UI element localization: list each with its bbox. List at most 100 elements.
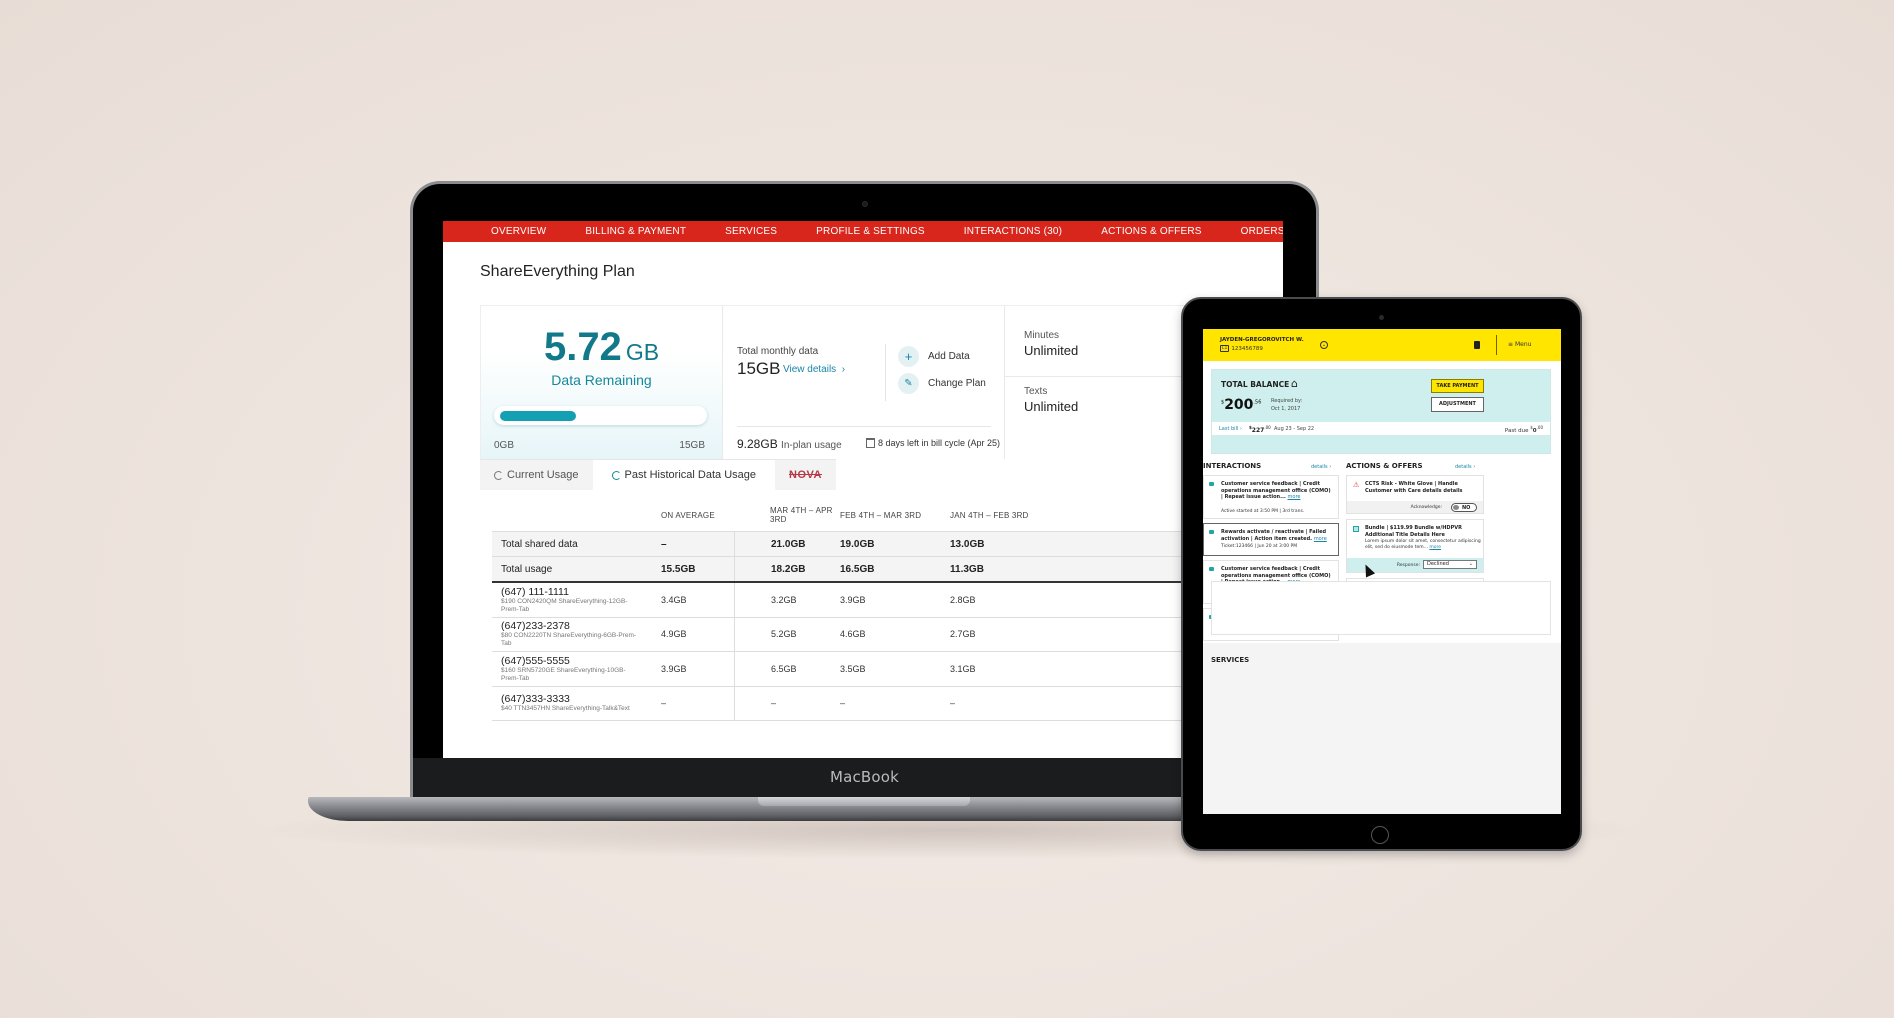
data-remaining-panel: 5.72 GB Data Remaining 0GB 15GB: [480, 306, 723, 460]
nav-interactions[interactable]: INTERACTIONS (30): [964, 226, 1062, 237]
chevron-down-icon[interactable]: ⌄: [1320, 341, 1328, 349]
interaction-card[interactable]: Rewards activate / reactivate | Failed a…: [1203, 523, 1339, 556]
nav-services[interactable]: SERVICES: [725, 226, 777, 237]
tablet-screen: JAYDEN-GREGOROVITCH W. L1 123456789 ⌄ ≡ M…: [1203, 329, 1561, 814]
data-remaining-value: 5.72: [543, 325, 622, 369]
texts-label: Texts: [1024, 386, 1048, 397]
nova-logo: NOVA: [789, 469, 822, 481]
divider: [1496, 335, 1497, 355]
last-bill-amount: $227.00: [1249, 425, 1271, 434]
bill-cycle-info: 8 days left in bill cycle (Apr 25): [866, 438, 1000, 448]
tab-nova[interactable]: NOVA: [775, 460, 836, 490]
plan-code: $190 CON2420QM ShareEverything-12GB-Prem…: [501, 597, 628, 613]
add-data-button[interactable]: + Add Data: [898, 346, 970, 367]
response-select[interactable]: Declined ⌄: [1423, 560, 1477, 569]
last-bill-bar: Last bill › $227.00 Aug 23 - Sep 22 Past…: [1212, 422, 1550, 435]
column-header: ON AVERAGE: [661, 510, 715, 520]
minutes-value: Unlimited: [1024, 343, 1079, 358]
usage-table: ON AVERAGE MAR 4TH – APR 3RD FEB 4TH – M…: [492, 505, 1283, 721]
column-header: JAN 4TH – FEB 3RD: [950, 510, 1029, 520]
bar-min-label: 0GB: [494, 440, 515, 451]
store-icon: [1209, 482, 1214, 486]
acknowledge-toggle[interactable]: NO: [1451, 503, 1477, 512]
monthly-data-value: 15GB: [737, 359, 781, 378]
more-link[interactable]: more: [1429, 545, 1441, 550]
customer-name: JAYDEN-GREGOROVITCH W.: [1220, 337, 1304, 343]
usage-tabs: Current Usage Past Historical Data Usage…: [480, 459, 836, 490]
line-badge: L1: [1220, 345, 1230, 352]
tablet-header: JAYDEN-GREGOROVITCH W. L1 123456789 ⌄ ≡ M…: [1203, 329, 1561, 361]
plus-icon: +: [898, 346, 919, 367]
plan-code: $160 SRN5720GE ShareEverything-10GB-Prem…: [501, 666, 626, 682]
take-payment-button[interactable]: TAKE PAYMENT: [1431, 379, 1484, 393]
action-card: ⚠ CCTS Risk - White Glove | Handle Custo…: [1346, 475, 1484, 514]
usage-progress-fill: [500, 411, 577, 421]
nav-orders[interactable]: ORDERS: [1241, 226, 1283, 237]
laptop-screen: OVERVIEW BILLING & PAYMENT SERVICES PROF…: [443, 221, 1283, 758]
table-row: (647)233-2378 $80 CON2220TN ShareEverythi…: [492, 617, 1283, 652]
actions-details-link[interactable]: details ›: [1455, 464, 1475, 470]
interactions-details-link[interactable]: details ›: [1311, 464, 1331, 470]
tab-current-usage[interactable]: Current Usage: [480, 460, 593, 490]
bundle-icon: [1353, 526, 1359, 532]
balance-amount: $200.56: [1221, 397, 1262, 413]
house-icon: ⌂: [1291, 377, 1298, 390]
interaction-card[interactable]: Customer service feedback | Credit opera…: [1203, 475, 1339, 519]
page-title: ShareEverything Plan: [480, 263, 635, 280]
adjustment-button[interactable]: ADJUSTMENT: [1431, 397, 1484, 412]
refresh-icon: [494, 470, 503, 480]
nav-billing-payment[interactable]: BILLING & PAYMENT: [585, 226, 686, 237]
past-due: Past due $0.00: [1504, 425, 1543, 434]
phone-number: (647)555-5555: [501, 654, 570, 667]
menu-button[interactable]: ≡ Menu: [1508, 341, 1531, 348]
chevron-right-icon: ›: [841, 364, 846, 375]
total-balance-title: TOTAL BALANCE: [1221, 380, 1290, 389]
interactions-title: INTERACTIONS: [1203, 462, 1262, 470]
minutes-label: Minutes: [1024, 330, 1060, 341]
calendar-icon: [866, 438, 875, 448]
clipboard-icon[interactable]: [1474, 341, 1480, 349]
data-remaining-unit: GB: [625, 339, 660, 365]
monthly-data-label: Total monthly data: [737, 346, 819, 357]
table-row: Total shared data – 21.0GB 19.0GB 13.0GB: [492, 531, 1283, 557]
divider: [737, 426, 991, 427]
tablet-camera: [1379, 315, 1384, 320]
table-row: (647) 111-1111 $190 CON2420QM ShareEveryt…: [492, 583, 1283, 618]
bar-max-label: 15GB: [679, 440, 705, 451]
actions-offers-title: ACTIONS & OFFERS: [1346, 462, 1423, 470]
phone-number: (647)333-3333: [501, 693, 570, 706]
divider: [885, 344, 886, 401]
tab-past-historical-usage[interactable]: Past Historical Data Usage: [592, 460, 775, 490]
nav-overview[interactable]: OVERVIEW: [491, 226, 546, 237]
plan-code: $80 CON2220TN ShareEverything-6GB-Prem-T…: [501, 632, 637, 648]
warning-icon: ⚠: [1353, 481, 1360, 489]
usage-progress-bar: [494, 406, 707, 425]
store-icon: [1209, 567, 1214, 571]
phone-number: (647)233-2378: [501, 620, 570, 633]
laptop-camera: [862, 201, 868, 207]
more-link[interactable]: more: [1314, 536, 1327, 542]
nav-profile-settings[interactable]: PROFILE & SETTINGS: [816, 226, 925, 237]
more-link[interactable]: more: [1288, 494, 1301, 500]
home-button[interactable]: [1371, 826, 1389, 844]
view-details-link[interactable]: View details ›: [783, 364, 845, 375]
last-bill-range: Aug 23 - Sep 22: [1274, 426, 1315, 432]
store-icon: [1209, 530, 1214, 534]
column-header: MAR 4TH – APR 3RD: [770, 506, 833, 524]
phone-number: (647) 111-1111: [501, 585, 569, 598]
table-row: Total usage 15.5GB 18.2GB 16.5GB 11.3GB: [492, 557, 1283, 583]
change-plan-button[interactable]: ✎ Change Plan: [898, 373, 986, 394]
monthly-data-panel: Total monthly data 15GB View details › +…: [723, 306, 1005, 459]
last-bill-link[interactable]: Last bill ›: [1219, 426, 1242, 432]
post-dated-ppc-card: [1211, 581, 1551, 635]
pencil-icon: ✎: [898, 373, 919, 394]
data-remaining-label: Data Remaining: [551, 372, 652, 388]
nav-actions-offers[interactable]: ACTIONS & OFFERS: [1101, 226, 1201, 237]
top-nav: OVERVIEW BILLING & PAYMENT SERVICES PROF…: [443, 221, 1283, 242]
laptop-notch: [758, 797, 970, 806]
texts-value: Unlimited: [1024, 399, 1079, 414]
total-balance-card: TOTAL BALANCE ⌂ $200.56 Required by: Oct …: [1211, 369, 1551, 454]
table-header: ON AVERAGE MAR 4TH – APR 3RD FEB 4TH – M…: [492, 505, 1283, 525]
in-plan-usage: 9.28GB In-plan usage: [737, 437, 842, 451]
plan-code: $40 TTN3457HN ShareEverything-Talk&Text: [501, 705, 630, 713]
